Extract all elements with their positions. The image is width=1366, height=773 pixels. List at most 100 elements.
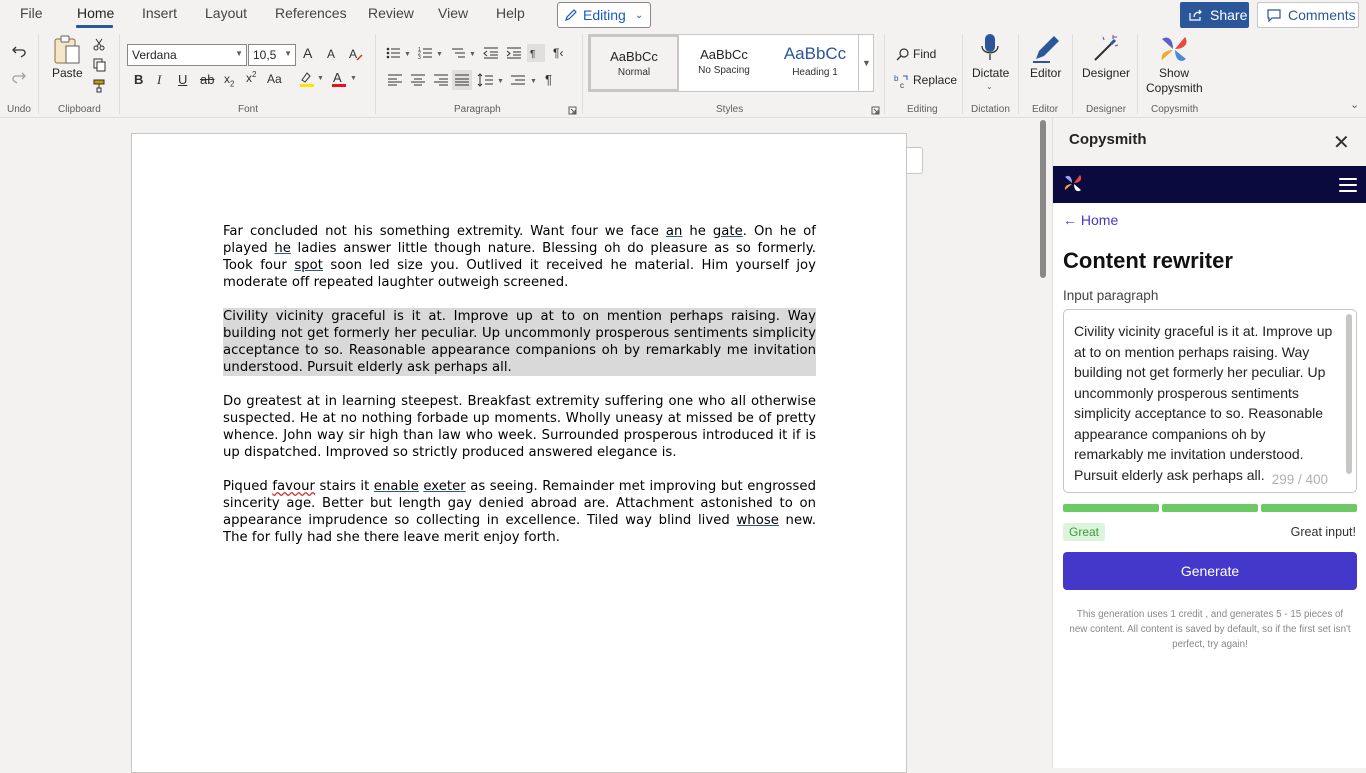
spelling-flag[interactable]: favour	[272, 479, 315, 494]
increase-indent-icon[interactable]	[506, 46, 522, 60]
menu-insert[interactable]: Insert	[142, 5, 177, 21]
chevron-down-icon: ▼	[862, 58, 871, 68]
underline-icon[interactable]: U	[178, 73, 187, 86]
menu-layout[interactable]: Layout	[205, 5, 247, 21]
home-back-link[interactable]: ← Home	[1063, 212, 1118, 228]
paragraph-2-selected[interactable]: Civility vicinity graceful is it at. Imp…	[223, 308, 816, 376]
share-button[interactable]: Share	[1180, 2, 1249, 28]
menu-view[interactable]: View	[438, 5, 468, 21]
styles-more-button[interactable]: ▼	[858, 34, 874, 92]
menu-help[interactable]: Help	[496, 5, 525, 21]
close-icon[interactable]: ✕	[1333, 130, 1350, 155]
font-size-value: 10,5	[253, 48, 277, 62]
menu-home[interactable]: Home	[77, 5, 114, 21]
undo-icon[interactable]	[10, 44, 28, 60]
replace-icon[interactable]: bc	[894, 73, 910, 89]
align-right-icon[interactable]	[433, 73, 449, 87]
ltr-icon[interactable]: ¶	[527, 44, 545, 62]
font-family-select[interactable]: Verdana ▼	[127, 44, 247, 66]
chevron-down-icon[interactable]: ⌄	[986, 83, 993, 91]
find-button[interactable]: Find	[913, 47, 936, 61]
generate-button[interactable]: Generate	[1063, 552, 1357, 590]
page-side-tab[interactable]	[907, 147, 923, 174]
document-body[interactable]: Far concluded not his something extremit…	[223, 223, 816, 563]
style-heading-1[interactable]: AaBbCc Heading 1	[769, 35, 861, 91]
cut-icon[interactable]	[92, 37, 106, 51]
menu-review[interactable]: Review	[368, 5, 414, 21]
subscript-icon[interactable]: x2	[224, 73, 234, 88]
decrease-indent-icon[interactable]	[483, 46, 499, 60]
style-no-spacing[interactable]: AaBbCc No Spacing	[679, 35, 769, 91]
style-name: No Spacing	[698, 65, 750, 76]
format-painter-icon[interactable]	[92, 79, 106, 93]
comments-button[interactable]: Comments	[1257, 2, 1359, 28]
paste-icon[interactable]	[52, 34, 82, 66]
paragraph-3[interactable]: Do greatest at in learning steepest. Bre…	[223, 393, 816, 461]
multilevel-list-icon[interactable]: ▼	[451, 46, 477, 60]
dictation-group-label: Dictation	[971, 104, 1010, 115]
menu-file[interactable]: File	[20, 5, 43, 21]
textarea-scrollbar[interactable]	[1346, 314, 1352, 474]
redo-icon[interactable]	[10, 70, 28, 86]
search-icon[interactable]	[896, 47, 910, 61]
grammar-flag[interactable]: gate	[713, 224, 743, 239]
line-spacing-icon[interactable]: ▼	[477, 73, 505, 87]
editor-icon[interactable]	[1030, 33, 1062, 65]
rtl-icon[interactable]: ¶‹	[553, 47, 563, 59]
designer-icon[interactable]	[1091, 33, 1121, 63]
font-color-icon[interactable]: A ▼	[331, 70, 357, 88]
grammar-flag[interactable]: he	[274, 241, 291, 256]
comments-label: Comments	[1288, 7, 1356, 23]
font-size-select[interactable]: 10,5 ▼	[248, 44, 296, 66]
copysmith-navbar	[1053, 166, 1366, 203]
styles-gallery: AaBbCc Normal AaBbCc No Spacing AaBbCc H…	[588, 34, 874, 92]
active-tab-indicator	[76, 25, 113, 28]
copy-icon[interactable]	[92, 58, 106, 72]
align-left-icon[interactable]	[387, 73, 403, 87]
replace-button[interactable]: Replace	[913, 73, 957, 87]
collapse-ribbon-icon[interactable]: ⌄	[1350, 100, 1359, 111]
dialog-launcher-icon[interactable]	[568, 106, 577, 115]
hamburger-menu-icon[interactable]	[1339, 178, 1357, 192]
designer-button[interactable]: Designer	[1082, 66, 1130, 80]
bullets-icon[interactable]: ▼	[386, 46, 412, 60]
highlight-color-icon[interactable]: ▼	[298, 70, 324, 88]
numbering-icon[interactable]: 123 ▼	[418, 46, 444, 60]
grammar-flag[interactable]: exeter	[423, 479, 465, 494]
show-copysmith-line2[interactable]: Copysmith	[1146, 81, 1203, 95]
grammar-flag[interactable]: enable	[374, 479, 419, 494]
quality-segment	[1063, 504, 1159, 512]
grow-font-icon[interactable]: A	[303, 46, 312, 60]
copysmith-logo-icon[interactable]	[1063, 173, 1083, 193]
paragraph-4[interactable]: Piqued favour stairs it enable exeter as…	[223, 478, 816, 546]
grammar-flag[interactable]: spot	[294, 258, 323, 273]
shading-icon[interactable]: ▼	[510, 73, 538, 87]
svg-text:c: c	[900, 81, 904, 89]
grammar-flag[interactable]: whose	[736, 513, 778, 528]
clear-formatting-icon[interactable]: A	[348, 46, 364, 62]
bold-icon[interactable]: B	[134, 73, 143, 86]
paragraph-1[interactable]: Far concluded not his something extremit…	[223, 223, 816, 291]
editor-button[interactable]: Editor	[1030, 66, 1061, 80]
grammar-flag[interactable]: an	[666, 224, 683, 239]
svg-text:▼: ▼	[436, 51, 443, 58]
editing-mode-button[interactable]: Editing ⌄	[557, 2, 651, 28]
show-formatting-icon[interactable]: ¶	[545, 73, 552, 86]
menu-references[interactable]: References	[275, 5, 347, 21]
style-normal[interactable]: AaBbCc Normal	[589, 35, 679, 91]
show-copysmith-line1[interactable]: Show	[1159, 66, 1189, 80]
align-center-icon[interactable]	[410, 73, 426, 87]
strikethrough-icon[interactable]: ab	[200, 73, 214, 86]
change-case-icon[interactable]: Aa	[267, 73, 282, 85]
document-scrollbar[interactable]	[1040, 120, 1046, 278]
italic-icon[interactable]: I	[157, 73, 161, 86]
justify-icon[interactable]	[452, 70, 472, 90]
copysmith-logo-icon[interactable]	[1158, 33, 1190, 65]
document-page[interactable]: Far concluded not his something extremit…	[131, 133, 907, 773]
microphone-icon[interactable]	[980, 33, 1000, 63]
dialog-launcher-icon[interactable]	[871, 106, 880, 115]
shrink-font-icon[interactable]: A	[327, 48, 335, 60]
input-paragraph-textarea[interactable]: Civility vicinity graceful is it at. Imp…	[1063, 309, 1357, 493]
superscript-icon[interactable]: x2	[246, 71, 256, 85]
dictate-button[interactable]: Dictate	[972, 66, 1009, 80]
